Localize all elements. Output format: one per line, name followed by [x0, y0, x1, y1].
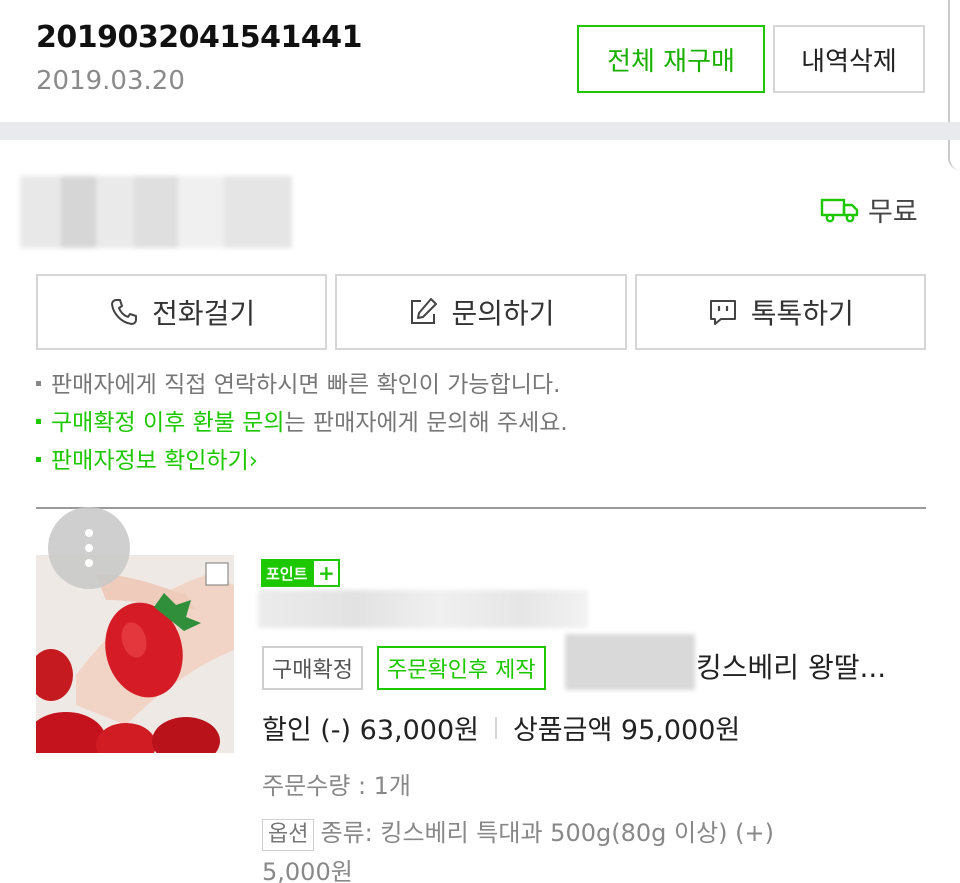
call-button-label: 전화걸기	[152, 297, 256, 330]
price-separator	[494, 716, 497, 739]
option-text: 종류: 킹스베리 특대과 500g(80g 이상) (+)	[320, 819, 774, 847]
seller-info-link-label: 판매자정보 확인하기	[51, 448, 249, 474]
inquiry-button[interactable]: 문의하기	[335, 274, 627, 350]
option-tag: 옵션	[262, 819, 315, 851]
chat-icon	[709, 300, 736, 325]
more-vertical-icon[interactable]	[48, 507, 130, 589]
discount-amount: 할인 (-) 63,000원	[262, 715, 479, 746]
point-plus-badge: 포인트 +	[261, 559, 341, 587]
delete-history-button[interactable]: 내역삭제	[773, 25, 925, 93]
shipping-fee-text: 무료	[868, 197, 918, 228]
reorder-all-button[interactable]: 전체 재구매	[577, 25, 765, 93]
phone-icon	[111, 299, 138, 325]
made-to-order-tag: 주문확인후 제작	[376, 646, 546, 690]
point-badge-label: 포인트	[261, 559, 313, 587]
price-row: 할인 (-) 63,000원 상품금액 95,000원	[262, 708, 740, 747]
order-header: 2019032041541441 2019.03.20 전체 재구매 내역삭제	[0, 0, 946, 122]
order-number: 2019032041541441	[36, 20, 362, 55]
edit-icon	[411, 298, 438, 324]
refund-inquiry-highlight: 구매확정 이후 환불 문의	[51, 410, 285, 436]
product-title-redacted	[565, 634, 695, 690]
shipping-info: 무료	[820, 190, 918, 229]
product-title[interactable]: 킹스베리 왕딸...	[696, 646, 886, 686]
truck-icon	[820, 198, 859, 222]
purchase-confirmed-tag: 구매확정	[262, 646, 363, 690]
strawberry-photo	[36, 555, 234, 753]
store-name-redacted	[258, 590, 588, 628]
notice-text: 는 판매자에게 문의해 주세요.	[284, 410, 568, 436]
product-status-tags: 구매확정 주문확인후 제작	[262, 646, 546, 690]
call-button[interactable]: 전화걸기	[36, 274, 328, 350]
option-info: 옵션 종류: 킹스베리 특대과 500g(80g 이상) (+)	[262, 814, 882, 852]
option-price: 5,000원	[262, 858, 353, 883]
notice-item: 구매확정 이후 환불 문의는 판매자에게 문의해 주세요.	[36, 404, 936, 442]
product-price: 상품금액 95,000원	[512, 715, 741, 746]
product-image[interactable]	[36, 555, 234, 753]
notice-item: 판매자에게 직접 연락하시면 빠른 확인이 가능합니다.	[36, 366, 936, 404]
section-divider	[0, 122, 960, 140]
talk-button[interactable]: 톡톡하기	[634, 274, 926, 350]
seller-info-link[interactable]: 판매자정보 확인하기›	[36, 442, 936, 480]
notice-list: 판매자에게 직접 연락하시면 빠른 확인이 가능합니다. 구매확정 이후 환불 …	[36, 366, 936, 480]
talk-button-label: 톡톡하기	[750, 297, 854, 330]
scroll-edge	[948, 0, 960, 170]
divider	[36, 507, 926, 509]
notice-text: 판매자에게 직접 연락하시면 빠른 확인이 가능합니다.	[51, 372, 561, 398]
contact-buttons: 전화걸기 문의하기 톡톡하기	[36, 274, 926, 350]
inquiry-button-label: 문의하기	[451, 297, 555, 330]
order-quantity: 주문수량 : 1개	[262, 772, 412, 800]
order-date: 2019.03.20	[36, 66, 185, 96]
point-badge-plus: +	[312, 559, 341, 587]
chevron-right-icon: ›	[248, 448, 258, 474]
seller-name-redacted	[20, 176, 292, 248]
